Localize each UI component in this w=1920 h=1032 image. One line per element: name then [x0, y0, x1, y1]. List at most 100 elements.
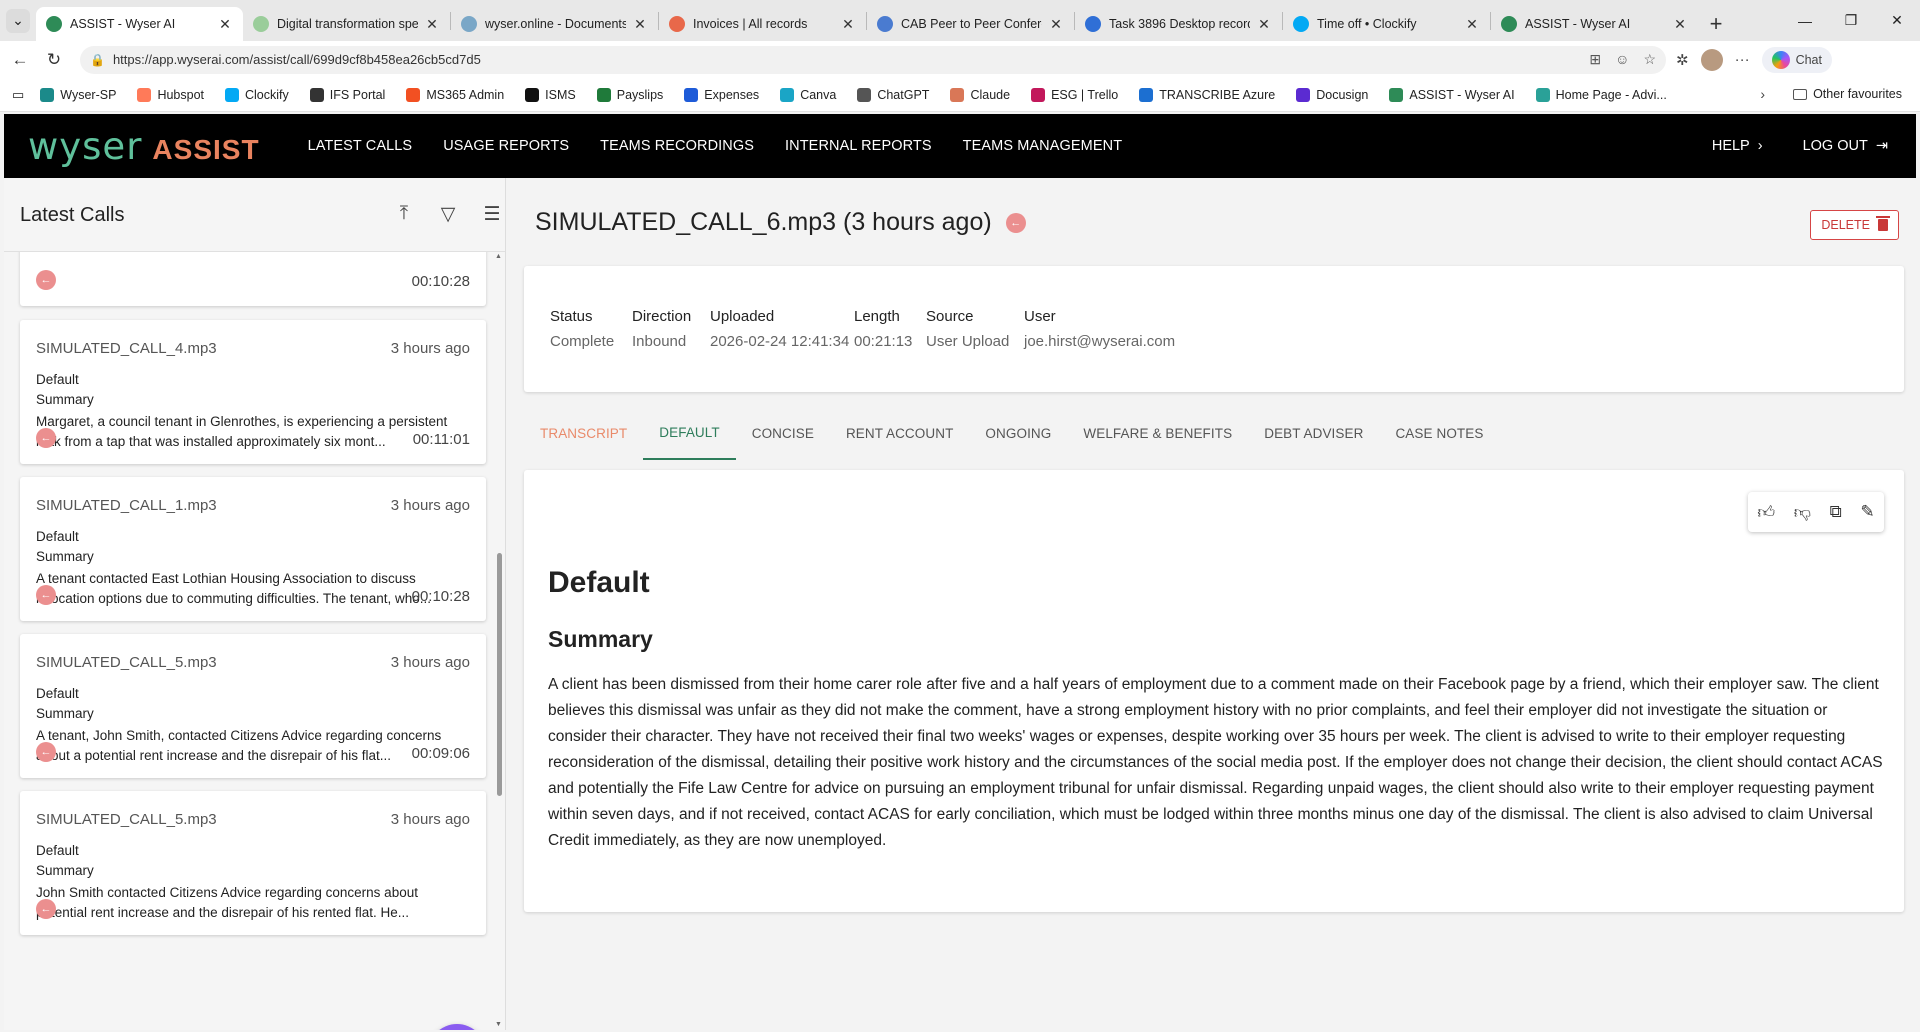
back-button[interactable]: ←: [6, 46, 34, 74]
bookmark-favicon-icon: [40, 87, 55, 102]
scroll-up-arrow[interactable]: ▲: [495, 253, 502, 260]
browser-tab[interactable]: ASSIST - Wyser AI ✕: [36, 7, 243, 41]
bookmark-favicon-icon: [225, 87, 239, 102]
other-favourites[interactable]: Other favourites: [1793, 87, 1902, 101]
call-card[interactable]: SIMULATED_CALL_5.mp3 3 hours ago Default Su…: [20, 634, 486, 778]
close-window-button[interactable]: ✕: [1874, 0, 1920, 41]
bookmark-favicon-icon: [950, 87, 965, 102]
scroll-to-top-button[interactable]: ⌃: [428, 1024, 486, 1030]
browser-tab[interactable]: Digital transformation speci ✕: [243, 7, 450, 41]
call-card[interactable]: SIMULATED_CALL_1.mp3 3 hours ago Default Su…: [20, 477, 486, 621]
bookmark-item[interactable]: MS365 Admin: [406, 87, 504, 102]
wyser-assist-logo[interactable]: wyser ASSIST: [28, 125, 260, 168]
browser-tab[interactable]: Task 3896 Desktop recorder ✕: [1075, 7, 1282, 41]
bookmark-item[interactable]: Home Page - Advi...: [1535, 87, 1667, 102]
chevron-right-icon[interactable]: ›: [1760, 86, 1765, 102]
browser-tab[interactable]: wyser.online - Documents - ✕: [451, 7, 658, 41]
chevron-right-icon: ›: [1757, 138, 1763, 154]
edit-pencil-icon[interactable]: ✎: [1860, 502, 1874, 522]
latest-calls-sidebar: ← 00:10:28 SIMULATED_CALL_4.mp3 3 hours a…: [4, 178, 506, 1030]
nav-link[interactable]: TEAMS RECORDINGS: [600, 138, 754, 154]
inbound-call-icon: ←: [36, 899, 56, 919]
tab-case-notes[interactable]: CASE NOTES: [1379, 406, 1499, 460]
close-icon[interactable]: ✕: [632, 16, 648, 33]
tab-transcript[interactable]: TRANSCRIPT: [524, 406, 643, 460]
tab-debt-adviser[interactable]: DEBT ADVISER: [1248, 406, 1379, 460]
nav-link[interactable]: LATEST CALLS: [308, 138, 413, 154]
call-card[interactable]: SIMULATED_CALL_5.mp3 3 hours ago Default Su…: [20, 791, 486, 935]
close-icon[interactable]: ✕: [1256, 16, 1272, 33]
bookmark-item[interactable]: Canva: [780, 87, 836, 102]
delete-button[interactable]: DELETE: [1810, 210, 1899, 240]
minimize-button[interactable]: —: [1782, 0, 1828, 41]
bookmark-item[interactable]: ESG | Trello: [1031, 87, 1118, 102]
site-info-icon[interactable]: 🔒: [90, 53, 105, 67]
url-field[interactable]: 🔒 https://app.wyserai.com/assist/call/69…: [80, 45, 1666, 74]
bookmark-favicon-icon: [857, 87, 872, 102]
copilot-chat-button[interactable]: Chat: [1761, 46, 1832, 73]
extensions-icon[interactable]: ✲: [1676, 51, 1689, 69]
upload-icon[interactable]: ⤒: [394, 203, 414, 226]
tab-favicon-icon: [1085, 16, 1101, 32]
thumbs-down-icon[interactable]: 👎︎: [1794, 502, 1811, 523]
logout-icon: ⇥: [1875, 138, 1888, 154]
close-icon[interactable]: ✕: [840, 16, 856, 33]
close-icon[interactable]: ✕: [424, 16, 440, 33]
read-aloud-icon[interactable]: ☺: [1615, 51, 1629, 68]
bookmark-label: ISMS: [545, 87, 576, 102]
tab-welfare-benefits[interactable]: WELFARE & BENEFITS: [1067, 406, 1248, 460]
nav-link[interactable]: USAGE REPORTS: [443, 138, 569, 154]
bookmark-item[interactable]: Payslips: [596, 87, 663, 102]
browser-tab[interactable]: Time off • Clockify ✕: [1283, 7, 1490, 41]
bookmark-item[interactable]: ASSIST - Wyser AI: [1389, 87, 1515, 102]
profile-avatar[interactable]: [1700, 48, 1723, 71]
more-menu-icon[interactable]: ···: [1735, 51, 1750, 68]
close-icon[interactable]: ✕: [1048, 16, 1064, 33]
call-card[interactable]: SIMULATED_CALL_4.mp3 3 hours ago Default Su…: [20, 320, 486, 464]
url-text: https://app.wyserai.com/assist/call/699d…: [112, 52, 481, 67]
close-icon[interactable]: ✕: [217, 16, 233, 33]
favorite-star-icon[interactable]: ☆: [1643, 51, 1656, 68]
browser-tab[interactable]: Invoices | All records ✕: [659, 7, 866, 41]
bookmark-item[interactable]: Clockify: [225, 87, 289, 102]
bookmark-item[interactable]: Docusign: [1296, 87, 1368, 102]
bookmark-favicon-icon: [780, 87, 795, 102]
reload-button[interactable]: ↻: [40, 46, 68, 74]
new-tab-button[interactable]: +: [1698, 7, 1734, 41]
bookmark-item[interactable]: Claude: [950, 87, 1010, 102]
copy-icon[interactable]: ⧉: [1830, 502, 1842, 522]
bookmark-item[interactable]: Hubspot: [137, 87, 204, 102]
close-icon[interactable]: ✕: [1672, 16, 1688, 33]
collapse-sidebar-icon[interactable]: ☰: [482, 203, 502, 226]
tab-default[interactable]: DEFAULT: [643, 406, 736, 460]
app-available-icon[interactable]: ⊞: [1589, 51, 1601, 68]
nav-link[interactable]: TEAMS MANAGEMENT: [963, 138, 1123, 154]
metadata-uploaded: Uploaded 2026-02-24 12:41:34: [710, 308, 849, 350]
filter-icon[interactable]: ▽: [438, 203, 458, 226]
scroll-down-arrow[interactable]: ▼: [495, 1021, 502, 1028]
browser-tab[interactable]: CAB Peer to Peer Conference ✕: [867, 7, 1074, 41]
close-icon[interactable]: ✕: [1464, 16, 1480, 33]
scrollbar-thumb[interactable]: [497, 553, 502, 796]
bookmark-favicon-icon: [1139, 87, 1154, 102]
tab-ongoing[interactable]: ONGOING: [969, 406, 1067, 460]
tab-actions-menu[interactable]: ⌄: [0, 0, 36, 41]
restore-button[interactable]: ❐: [1828, 0, 1874, 41]
logout-link[interactable]: LOG OUT ⇥: [1803, 138, 1888, 154]
help-link[interactable]: HELP ›: [1712, 138, 1763, 154]
bookmark-item[interactable]: ISMS: [525, 87, 576, 102]
nav-link[interactable]: INTERNAL REPORTS: [785, 138, 932, 154]
bookmark-item[interactable]: TRANSCRIBE Azure: [1139, 87, 1275, 102]
reading-list-icon[interactable]: ▭: [12, 87, 24, 103]
help-label: HELP: [1711, 138, 1750, 154]
browser-tab[interactable]: ASSIST - Wyser AI ✕: [1491, 7, 1698, 41]
tab-concise[interactable]: CONCISE: [736, 406, 830, 460]
bookmark-item[interactable]: Expenses: [684, 87, 759, 102]
tab-rent-account[interactable]: RENT ACCOUNT: [830, 406, 969, 460]
bookmark-item[interactable]: Wyser-SP: [40, 87, 116, 102]
bookmark-item[interactable]: IFS Portal: [309, 87, 385, 102]
metadata-label: Length: [854, 308, 900, 325]
bookmark-item[interactable]: ChatGPT: [857, 87, 929, 102]
thumbs-up-icon[interactable]: 👍︎: [1757, 502, 1775, 523]
sidebar-scrollbar[interactable]: ▲ ▼: [495, 253, 503, 1028]
